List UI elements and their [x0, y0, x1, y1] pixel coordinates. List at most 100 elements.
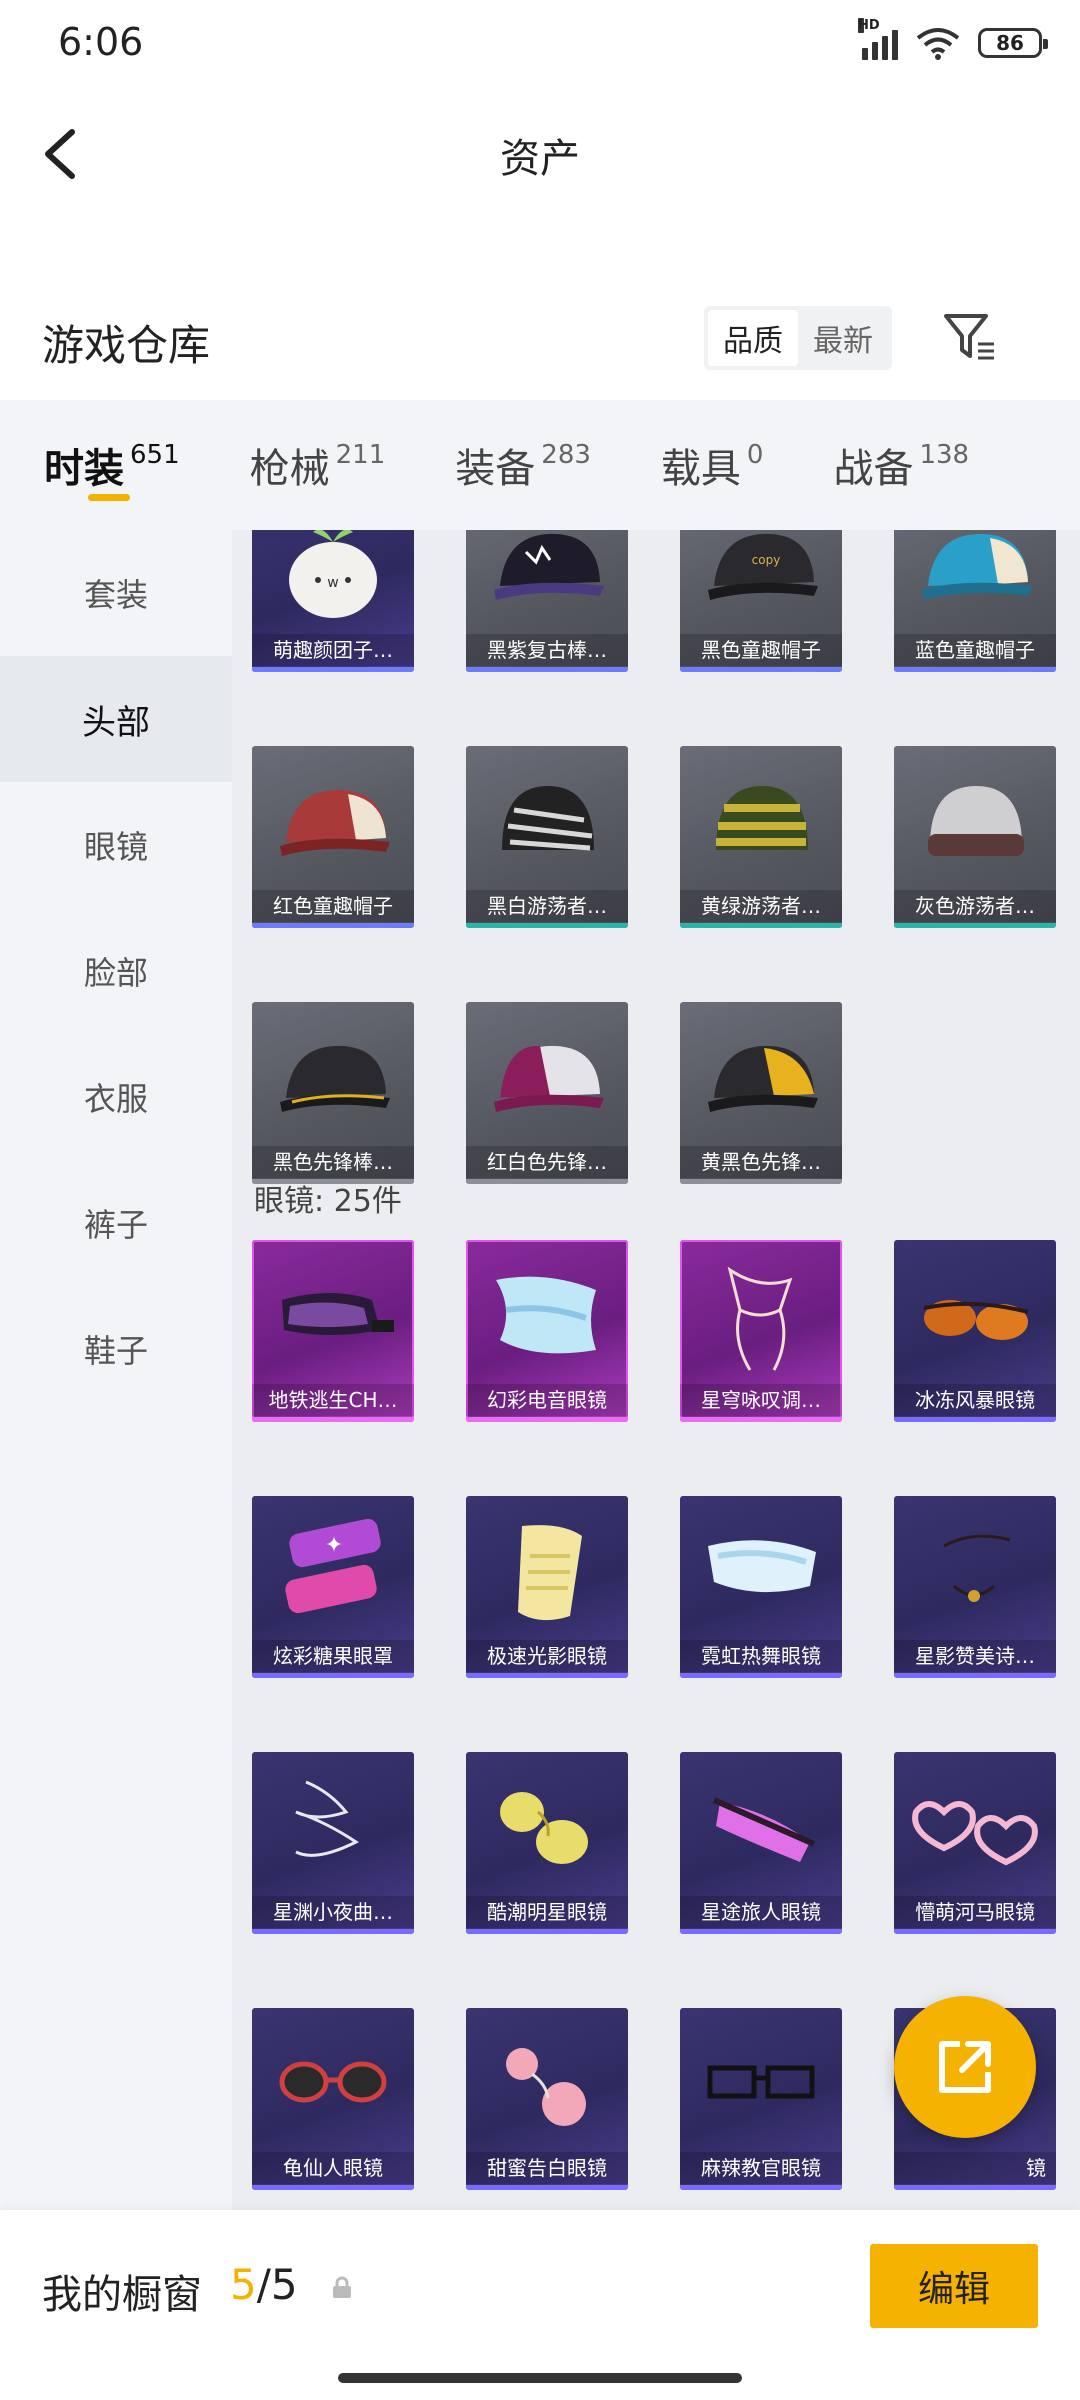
cap-icon [280, 789, 390, 856]
beanie-icon [502, 786, 594, 851]
svg-text:copy: copy [752, 553, 781, 567]
mochi-hat-icon: w [289, 530, 377, 618]
item-card[interactable]: 灰色游荡者… [894, 746, 1056, 928]
rarity-bar [466, 1417, 628, 1422]
showcase-label: 我的橱窗 [42, 2272, 202, 2318]
edit-button[interactable]: 编辑 [870, 2244, 1038, 2328]
tab-count: 283 [541, 440, 591, 470]
item-card[interactable]: 麻辣教官眼镜 [680, 2008, 842, 2190]
sidebar-item-outfit[interactable]: 套装 [0, 530, 232, 656]
top-bar: 资产 [0, 100, 1080, 210]
item-card[interactable]: 黄绿游荡者… [680, 746, 842, 928]
showcase-total: 5 [270, 2260, 298, 2309]
svg-text:w: w [327, 575, 338, 591]
tab-fashion[interactable]: 时装 651 [44, 400, 180, 530]
item-card[interactable]: 红白色先锋… [466, 1002, 628, 1184]
tab-indicator [88, 494, 130, 501]
sort-quality-button[interactable]: 品质 [708, 310, 798, 366]
sort-newest-button[interactable]: 最新 [798, 310, 888, 366]
item-name: 黑色童趣帽子 [680, 634, 842, 666]
rarity-bar [894, 1929, 1056, 1934]
rarity-bar [680, 1673, 842, 1678]
sidebar-item-clothes[interactable]: 衣服 [0, 1034, 232, 1160]
item-name: 极速光影眼镜 [466, 1640, 628, 1672]
tab-firearms[interactable]: 枪械 211 [250, 400, 386, 530]
item-card[interactable]: w 萌趣颜团子… [252, 530, 414, 672]
showcase-count: 5/5 [230, 2260, 298, 2309]
mask-icon [727, 1266, 793, 1371]
filter-icon[interactable] [940, 306, 1000, 366]
cap-icon [494, 1045, 604, 1112]
rarity-bar [466, 1929, 628, 1934]
tab-label: 时装 [44, 446, 124, 492]
showcase-separator: / [256, 2260, 271, 2309]
item-name: 黄黑色先锋… [680, 1146, 842, 1178]
heart-glasses-icon [912, 1801, 1038, 1866]
item-card[interactable]: 霓虹热舞眼镜 [680, 1496, 842, 1678]
status-time: 6:06 [58, 20, 144, 64]
rarity-bar [894, 923, 1056, 928]
item-card[interactable]: 黄黑色先锋… [680, 1002, 842, 1184]
item-card[interactable]: 冰冻风暴眼镜 [894, 1240, 1056, 1422]
sidebar-item-head[interactable]: 头部 [0, 656, 232, 782]
rarity-bar [894, 1673, 1056, 1678]
item-card[interactable]: 龟仙人眼镜 [252, 2008, 414, 2190]
item-card[interactable]: 地铁逃生CH… [252, 1240, 414, 1422]
battery-icon: 86 [978, 28, 1048, 58]
rarity-bar [466, 1179, 628, 1184]
item-card[interactable]: 星影赞美诗… [894, 1496, 1056, 1678]
item-card[interactable]: 星渊小夜曲… [252, 1752, 414, 1934]
item-card[interactable]: copy 黑色童趣帽子 [680, 530, 842, 672]
sidebar-item-face[interactable]: 脸部 [0, 908, 232, 1034]
item-card[interactable]: 黑白游荡者… [466, 746, 628, 928]
item-card[interactable]: 黑色先锋棒… [252, 1002, 414, 1184]
tab-tactical[interactable]: 战备 138 [833, 400, 969, 530]
rarity-bar [252, 1673, 414, 1678]
beanie-icon [716, 786, 808, 850]
item-card[interactable]: 红色童趣帽子 [252, 746, 414, 928]
item-card[interactable]: 星途旅人眼镜 [680, 1752, 842, 1934]
goggles-icon [708, 1540, 816, 1593]
rarity-bar [680, 2185, 842, 2190]
aviator-icon [500, 1792, 588, 1864]
cap-icon [280, 1045, 390, 1112]
item-name: 灰色游荡者… [894, 890, 1056, 922]
item-card[interactable]: 极速光影眼镜 [466, 1496, 628, 1678]
item-name: 红白色先锋… [466, 1146, 628, 1178]
sidebar-item-glasses[interactable]: 眼镜 [0, 782, 232, 908]
rarity-bar [894, 2185, 1056, 2190]
home-indicator[interactable] [338, 2373, 742, 2383]
item-name: 冰冻风暴眼镜 [894, 1384, 1056, 1416]
tab-equipment[interactable]: 装备 283 [455, 400, 591, 530]
rarity-bar [680, 1929, 842, 1934]
item-card[interactable]: 黑紫复古棒… [466, 530, 628, 672]
item-card[interactable]: ✦ 炫彩糖果眼罩 [252, 1496, 414, 1678]
item-name: 萌趣颜团子… [252, 634, 414, 666]
visor-icon [496, 1276, 596, 1354]
rarity-bar [894, 667, 1056, 672]
battery-level: 86 [996, 31, 1024, 55]
item-card[interactable]: 星穹咏叹调… [680, 1240, 842, 1422]
signal-icon: HD [858, 18, 898, 60]
item-card[interactable]: 甜蜜告白眼镜 [466, 2008, 628, 2190]
item-name: 霓虹热舞眼镜 [680, 1640, 842, 1672]
item-card[interactable]: 幻彩电音眼镜 [466, 1240, 628, 1422]
item-name: 星途旅人眼镜 [680, 1896, 842, 1928]
share-fab-button[interactable] [894, 1996, 1036, 2138]
item-card[interactable]: 蓝色童趣帽子 [894, 530, 1056, 672]
mask-icon [295, 1780, 359, 1857]
eyemask-icon: ✦ [285, 1518, 381, 1614]
sidebar-item-pants[interactable]: 裤子 [0, 1160, 232, 1286]
sidebar-item-shoes[interactable]: 鞋子 [0, 1286, 232, 1412]
item-card[interactable]: 懵萌河马眼镜 [894, 1752, 1056, 1934]
item-name: 龟仙人眼镜 [252, 2152, 414, 2184]
tab-count: 211 [335, 440, 386, 470]
rarity-bar [466, 667, 628, 672]
tab-vehicles[interactable]: 载具 0 [661, 400, 764, 530]
item-name: 红色童趣帽子 [252, 890, 414, 922]
item-name: 幻彩电音眼镜 [466, 1384, 628, 1416]
tab-count: 651 [130, 440, 180, 470]
head-items-grid: w 萌趣颜团子… 黑紫复古棒… copy 黑色童趣帽子 蓝色童趣帽子 红色童趣帽… [252, 530, 1062, 1184]
round-glasses-icon [506, 2048, 586, 2126]
item-card[interactable]: 酷潮明星眼镜 [466, 1752, 628, 1934]
